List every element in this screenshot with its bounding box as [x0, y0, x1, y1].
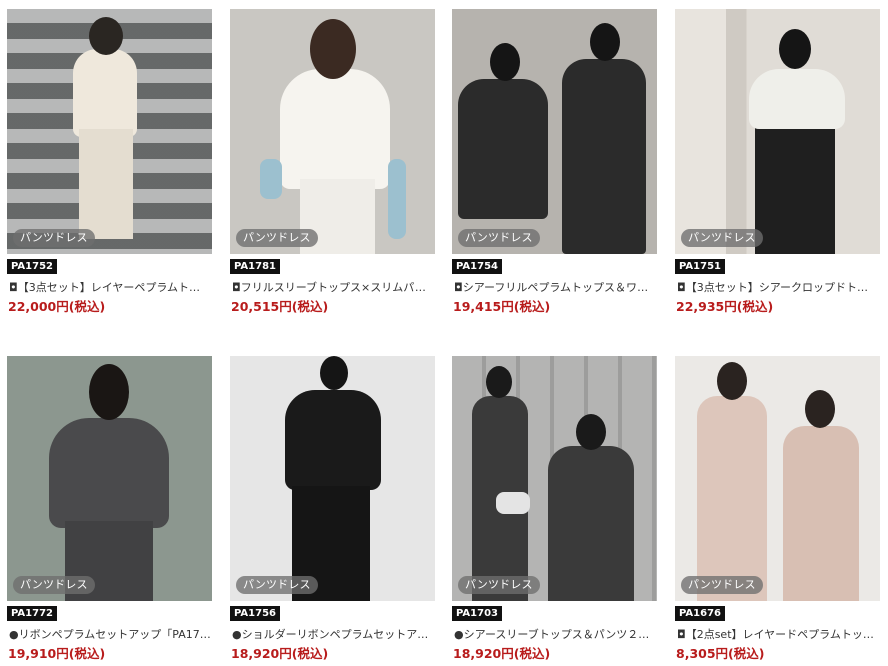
product-card[interactable]: パンツドレス PA1676 ◘【2点set】レイヤードペプラムトップス×パンツ …: [675, 356, 880, 661]
product-category-tag: パンツドレス: [458, 229, 540, 247]
product-image[interactable]: パンツドレス: [230, 356, 435, 601]
product-image[interactable]: パンツドレス: [452, 9, 657, 254]
product-card[interactable]: パンツドレス PA1754 ◘シアーフリルペプラムトップス＆ワイドパンツ 19,…: [452, 9, 657, 314]
product-card[interactable]: パンツドレス PA1756 ●ショルダーリボンペプラムセットアップ 18,920…: [230, 356, 435, 661]
product-code: PA1751: [675, 259, 725, 274]
product-category-tag: パンツドレス: [681, 576, 763, 594]
product-name[interactable]: ◘シアーフリルペプラムトップス＆ワイドパンツ: [452, 281, 656, 295]
product-code: PA1676: [675, 606, 725, 621]
product-card[interactable]: パンツドレス PA1751 ◘【3点セット】シアークロップドトップス×パンツ 2…: [675, 9, 880, 314]
product-category-tag: パンツドレス: [13, 229, 95, 247]
product-name[interactable]: ●リボンペプラムセットアップ「PA1772」: [7, 628, 211, 642]
product-name[interactable]: ●シアースリーブトップス＆パンツ２点セット: [452, 628, 656, 642]
product-name[interactable]: ◘【2点set】レイヤードペプラムトップス×パンツ: [675, 628, 879, 642]
product-image[interactable]: パンツドレス: [230, 9, 435, 254]
product-code: PA1703: [452, 606, 502, 621]
product-name[interactable]: ◘フリルスリーブトップス×スリムパンツセット: [230, 281, 434, 295]
product-price: 18,920円(税込): [453, 646, 551, 661]
product-category-tag: パンツドレス: [236, 229, 318, 247]
product-category-tag: パンツドレス: [13, 576, 95, 594]
product-code: PA1756: [230, 606, 280, 621]
product-image[interactable]: パンツドレス: [7, 9, 212, 254]
product-category-tag: パンツドレス: [236, 576, 318, 594]
product-code: PA1754: [452, 259, 502, 274]
product-card[interactable]: パンツドレス PA1772 ●リボンペプラムセットアップ「PA1772」 19,…: [7, 356, 212, 661]
product-price: 20,515円(税込): [231, 299, 329, 314]
product-name[interactable]: ◘【3点セット】レイヤーペプラムトップス×ワイドパンツ: [7, 281, 211, 295]
product-image[interactable]: パンツドレス: [7, 356, 212, 601]
product-card[interactable]: パンツドレス PA1781 ◘フリルスリーブトップス×スリムパンツセット 20,…: [230, 9, 435, 314]
product-price: 19,910円(税込): [8, 646, 106, 661]
product-code: PA1772: [7, 606, 57, 621]
product-code: PA1781: [230, 259, 280, 274]
product-name[interactable]: ●ショルダーリボンペプラムセットアップ: [230, 628, 434, 642]
product-card[interactable]: パンツドレス PA1752 ◘【3点セット】レイヤーペプラムトップス×ワイドパン…: [7, 9, 212, 314]
product-price: 22,000円(税込): [8, 299, 106, 314]
product-image[interactable]: パンツドレス: [675, 9, 880, 254]
product-grid: パンツドレス PA1752 ◘【3点セット】レイヤーペプラムトップス×ワイドパン…: [0, 0, 888, 666]
product-image[interactable]: パンツドレス: [675, 356, 880, 601]
product-price: 8,305円(税込): [676, 646, 765, 661]
product-price: 22,935円(税込): [676, 299, 774, 314]
product-category-tag: パンツドレス: [681, 229, 763, 247]
product-name[interactable]: ◘【3点セット】シアークロップドトップス×パンツ: [675, 281, 879, 295]
product-category-tag: パンツドレス: [458, 576, 540, 594]
product-card[interactable]: パンツドレス PA1703 ●シアースリーブトップス＆パンツ２点セット 18,9…: [452, 356, 657, 661]
product-code: PA1752: [7, 259, 57, 274]
product-image[interactable]: パンツドレス: [452, 356, 657, 601]
product-price: 18,920円(税込): [231, 646, 329, 661]
product-price: 19,415円(税込): [453, 299, 551, 314]
